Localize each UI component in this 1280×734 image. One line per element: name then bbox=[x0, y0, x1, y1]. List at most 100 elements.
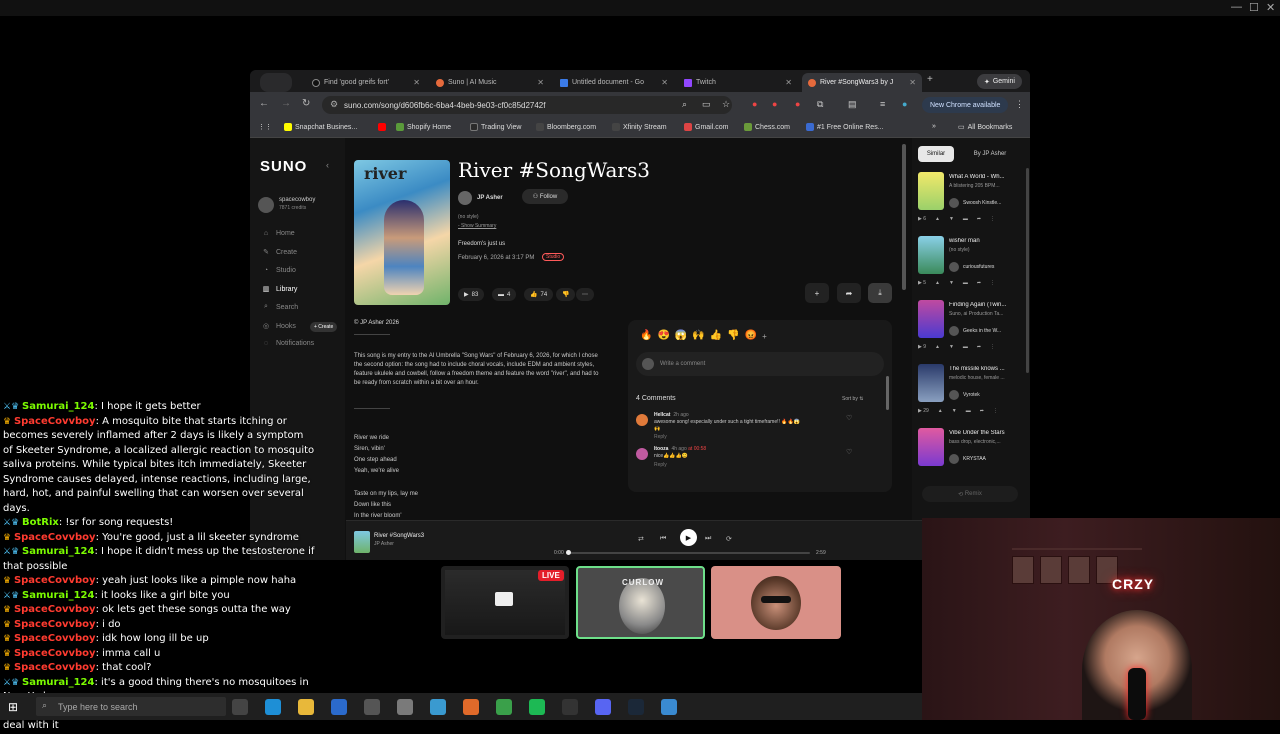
avatar[interactable] bbox=[258, 197, 274, 213]
chrome-icon[interactable] bbox=[496, 699, 512, 715]
tab-suno[interactable]: Suno | AI Music ✕ bbox=[430, 73, 550, 92]
list-item[interactable]: What A World - Wh... A blistering 205 BP… bbox=[918, 172, 1022, 232]
song-thumbnail[interactable] bbox=[918, 172, 944, 210]
all-bookmarks-folder[interactable]: ▭ All Bookmarks bbox=[958, 123, 1012, 132]
sidebar-item-search[interactable]: ⌕ Search bbox=[262, 303, 298, 311]
chat-username[interactable]: SpaceCovvboy bbox=[14, 416, 96, 427]
song-artist[interactable]: Vyrotek bbox=[963, 392, 1023, 398]
angry-emoji-button[interactable]: 😡 bbox=[745, 330, 757, 341]
steam-icon[interactable] bbox=[628, 699, 644, 715]
create-pill-button[interactable]: + Create bbox=[310, 322, 338, 332]
puzzle-icon[interactable]: ⧉ bbox=[817, 99, 823, 110]
menu-kebab-icon[interactable]: ⋮ bbox=[1015, 99, 1024, 110]
chat-username[interactable]: SpaceCovvboy bbox=[14, 662, 96, 673]
remix-button[interactable]: ⟲ Remix bbox=[922, 486, 1018, 502]
add-emoji-button[interactable]: + bbox=[762, 330, 767, 341]
comment-count-button[interactable]: ▬ 4 bbox=[492, 288, 517, 301]
tab-find[interactable]: Find 'good greifs fort' ✕ bbox=[306, 73, 426, 92]
edge-icon[interactable] bbox=[265, 699, 281, 715]
bookmark-youtube[interactable] bbox=[378, 123, 386, 131]
profile-icon[interactable]: ● bbox=[902, 99, 907, 109]
chat-username[interactable]: Samurai_124 bbox=[22, 677, 94, 688]
sidepanel-icon[interactable]: ▤ bbox=[848, 99, 857, 110]
heart-eyes-emoji-button[interactable]: 😍 bbox=[657, 330, 669, 341]
extension-icon[interactable]: ● bbox=[795, 99, 800, 109]
extension-icon[interactable]: ● bbox=[772, 99, 777, 109]
studio-badge[interactable]: Studio bbox=[542, 253, 565, 261]
song-thumbnail[interactable] bbox=[918, 428, 944, 466]
bookmark-gmail[interactable]: Gmail.com bbox=[684, 123, 728, 131]
maximize-button[interactable]: ☐ bbox=[1249, 1, 1259, 14]
task-view-icon[interactable] bbox=[232, 699, 248, 715]
paint-icon[interactable] bbox=[661, 699, 677, 715]
obs-icon[interactable] bbox=[562, 699, 578, 715]
close-button[interactable]: ✕ bbox=[1266, 1, 1275, 14]
play-button[interactable]: ▶ bbox=[680, 529, 697, 546]
tab-by-artist[interactable]: By JP Asher bbox=[962, 146, 1018, 162]
sidebar-item-studio[interactable]: ◔ Studio bbox=[262, 267, 296, 274]
song-title[interactable]: The missile knows ... bbox=[949, 366, 1023, 372]
bookmark-xfinity[interactable]: Xfinity Stream bbox=[612, 123, 667, 131]
file-explorer-icon[interactable] bbox=[298, 699, 314, 715]
artist-name[interactable]: JP Asher bbox=[477, 195, 503, 201]
outlook-icon[interactable] bbox=[331, 699, 347, 715]
calculator-icon[interactable] bbox=[364, 699, 380, 715]
tab-twitch[interactable]: Twitch ✕ bbox=[678, 73, 798, 92]
tabs-icon[interactable]: ≡ bbox=[880, 99, 885, 109]
scrollbar[interactable] bbox=[902, 144, 906, 290]
bookmark-bloomberg[interactable]: Bloomberg.com bbox=[536, 123, 596, 131]
song-artist[interactable]: Geeks in the W... bbox=[963, 328, 1023, 334]
sidebar-item-library[interactable]: ▥ Library bbox=[262, 285, 298, 294]
chat-username[interactable]: SpaceCovvboy bbox=[14, 575, 96, 586]
follow-button[interactable]: ⚇ Follow bbox=[522, 189, 568, 204]
reply-link[interactable]: Reply bbox=[654, 434, 667, 440]
list-item[interactable]: wisher man (no style) curiousfutures ▶ 5… bbox=[918, 236, 1022, 296]
windows-start-icon[interactable]: ⊞ bbox=[8, 700, 18, 714]
thumbs-up-emoji-button[interactable]: 👍 bbox=[710, 330, 722, 341]
notepad-icon[interactable] bbox=[430, 699, 446, 715]
chat-username[interactable]: SpaceCovvboy bbox=[14, 532, 96, 543]
player-title[interactable]: River #SongWars3 bbox=[374, 533, 424, 539]
avatar[interactable] bbox=[949, 454, 959, 464]
thumbs-down-emoji-button[interactable]: 👎 bbox=[727, 330, 739, 341]
site-info-icon[interactable]: ⚙ bbox=[330, 99, 338, 110]
bookmark-free-online[interactable]: #1 Free Online Res... bbox=[806, 123, 884, 131]
add-to-playlist-button[interactable]: + bbox=[805, 283, 829, 303]
reply-link[interactable]: Reply bbox=[654, 462, 667, 468]
close-tab-icon[interactable]: ✕ bbox=[785, 78, 792, 87]
song-thumbnail[interactable] bbox=[918, 236, 944, 274]
sidebar-item-home[interactable]: ⌂ Home bbox=[262, 230, 295, 237]
chat-username[interactable]: SpaceCovvboy bbox=[14, 633, 96, 644]
reload-icon[interactable]: ↻ bbox=[302, 98, 310, 109]
close-tab-icon[interactable]: ✕ bbox=[661, 78, 668, 87]
chat-username[interactable]: SpaceCovvboy bbox=[14, 648, 96, 659]
share-button[interactable]: ➦ bbox=[837, 283, 861, 303]
tab-group-pill[interactable] bbox=[260, 73, 292, 92]
next-icon[interactable]: ⏭ bbox=[705, 535, 711, 543]
suno-logo[interactable]: SUNO bbox=[260, 158, 307, 175]
tab-river-active[interactable]: River #SongWars3 by J ✕ bbox=[802, 73, 922, 92]
taskbar-search[interactable]: ⌕ Type here to search bbox=[36, 697, 226, 716]
discord-icon[interactable] bbox=[595, 699, 611, 715]
avatar[interactable] bbox=[949, 326, 959, 336]
download-button[interactable]: ⤓ bbox=[868, 283, 892, 303]
close-tab-icon[interactable]: ✕ bbox=[909, 78, 916, 87]
brave-icon[interactable] bbox=[463, 699, 479, 715]
artist-avatar[interactable] bbox=[458, 191, 472, 205]
raised-hands-emoji-button[interactable]: 🙌 bbox=[692, 330, 704, 341]
scrollbar[interactable] bbox=[886, 376, 889, 410]
spotify-icon[interactable] bbox=[529, 699, 545, 715]
shuffle-icon[interactable]: ⇄ bbox=[638, 535, 644, 543]
show-summary-link[interactable]: - Show Summary bbox=[458, 223, 496, 229]
heart-icon[interactable]: ♡ bbox=[846, 448, 852, 456]
scrollbar[interactable] bbox=[1026, 168, 1029, 373]
avatar[interactable] bbox=[949, 390, 959, 400]
more-options-button[interactable]: ⋯ bbox=[576, 288, 594, 301]
new-chrome-available-button[interactable]: New Chrome available bbox=[922, 97, 1009, 113]
tab-docs[interactable]: Untitled document - Go ✕ bbox=[554, 73, 674, 92]
extension-icon[interactable]: ● bbox=[752, 99, 757, 109]
avatar[interactable] bbox=[949, 198, 959, 208]
minimize-button[interactable]: — bbox=[1231, 1, 1242, 13]
player-thumbnail[interactable] bbox=[354, 531, 370, 553]
new-tab-button[interactable]: + bbox=[927, 74, 933, 85]
